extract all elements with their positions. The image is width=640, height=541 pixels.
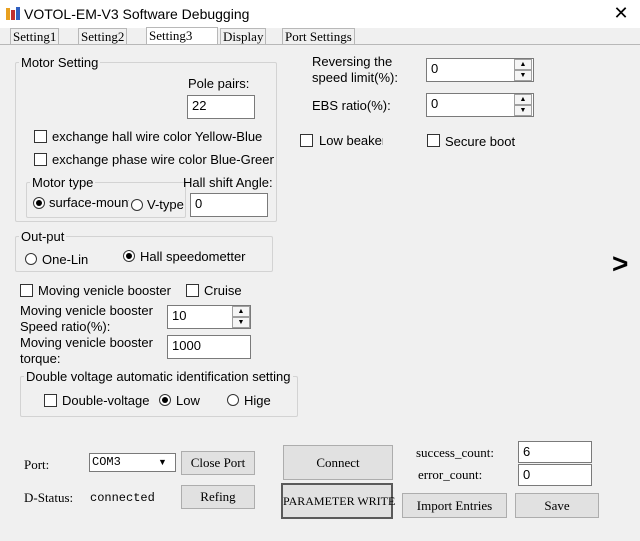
d-status-label: D-Status: [24, 490, 74, 505]
hall-speedometer-label: Hall speedometter [140, 249, 246, 264]
reversing-label-1: Reversing the [312, 54, 393, 69]
hige-label: Hige [244, 393, 271, 408]
connect-button[interactable]: Connect [283, 445, 393, 480]
one-lin-label: One-Lin [42, 252, 89, 267]
window-title: VOTOL-EM-V3 Software Debugging [24, 6, 250, 22]
v-type-radio[interactable] [131, 199, 143, 211]
reversing-spin-down-icon[interactable]: ▼ [514, 70, 532, 81]
ebs-spin-down-icon[interactable]: ▼ [514, 105, 532, 116]
hall-speedometer-radio[interactable] [123, 250, 135, 262]
torque-label-1: Moving venicle booster [20, 335, 153, 350]
low-radio[interactable] [159, 394, 171, 406]
pole-pairs-input[interactable]: 22 [187, 95, 255, 119]
error-count-input[interactable]: 0 [518, 464, 592, 486]
torque-label-2: torque: [20, 351, 61, 366]
exchange-phase-checkbox[interactable] [34, 153, 47, 166]
output-legend: Out-put [19, 229, 67, 244]
close-icon[interactable]: ✕ [604, 1, 638, 25]
moving-booster-label: Moving venicle booster [38, 283, 171, 298]
refing-button[interactable]: Refing [181, 485, 255, 509]
cruise-checkbox[interactable] [186, 284, 199, 297]
double-voltage-legend: Double voltage automatic identification … [24, 369, 293, 384]
success-count-input[interactable]: 6 [518, 441, 592, 463]
hall-shift-label: Hall shift Angle: [183, 175, 273, 190]
exchange-phase-label: exchange phase wire color Blue-Green [52, 152, 274, 167]
low-beaker-checkbox[interactable] [300, 134, 313, 147]
exchange-hall-label: exchange hall wire color Yellow-Blue [52, 129, 263, 144]
hall-shift-input[interactable]: 0 [190, 193, 268, 217]
speed-ratio-spin-down-icon[interactable]: ▼ [232, 317, 250, 328]
motor-type-legend: Motor type [30, 175, 96, 190]
double-voltage-checkbox[interactable] [44, 394, 57, 407]
tab-setting2[interactable]: Setting2 [78, 28, 128, 45]
surface-mount-radio[interactable] [33, 197, 45, 209]
app-icon [6, 7, 20, 20]
secure-boot-label: Secure boot [445, 134, 516, 149]
double-voltage-label: Double-voltage [62, 393, 150, 408]
exchange-hall-checkbox[interactable] [34, 130, 47, 143]
next-arrow-icon[interactable]: > [612, 248, 628, 280]
close-port-button[interactable]: Close Port [181, 451, 255, 475]
low-label: Low [176, 393, 200, 408]
tab-divider [0, 44, 640, 45]
dropdown-arrow-icon[interactable]: ▼ [158, 457, 167, 467]
pole-pairs-label: Pole pairs: [188, 76, 250, 91]
v-type-label: V-type [147, 197, 184, 212]
tab-port-settings[interactable]: Port Settings [282, 28, 355, 45]
ebs-label: EBS ratio(%): [312, 98, 391, 113]
cruise-label: Cruise [204, 283, 242, 298]
reversing-label-2: speed limit(%): [312, 70, 398, 85]
torque-input[interactable]: 1000 [167, 335, 251, 359]
error-count-label: error_count: [418, 467, 483, 482]
tab-display[interactable]: Display [220, 28, 267, 45]
d-status-value: connected [90, 491, 155, 505]
speed-ratio-label-2: Speed ratio(%): [20, 319, 111, 334]
hige-radio[interactable] [227, 394, 239, 406]
success-count-label: success_count: [416, 445, 494, 460]
import-entries-button[interactable]: Import Entries [402, 493, 507, 518]
parameter-write-button[interactable]: PARAMETER WRITE [281, 483, 395, 519]
one-lin-radio[interactable] [25, 253, 37, 265]
secure-boot-checkbox[interactable] [427, 134, 440, 147]
save-button[interactable]: Save [515, 493, 599, 518]
tab-setting1[interactable]: Setting1 [10, 28, 60, 45]
low-beaker-label: Low beaker [319, 133, 383, 148]
motor-setting-legend: Motor Setting [19, 55, 101, 70]
speed-ratio-label-1: Moving venicle booster [20, 303, 153, 318]
speed-ratio-spin-up-icon[interactable]: ▲ [232, 306, 250, 317]
tab-setting3[interactable]: Setting3 [146, 27, 218, 45]
port-label: Port: [24, 457, 50, 472]
surface-mount-label: surface-mount [49, 195, 129, 210]
moving-booster-checkbox[interactable] [20, 284, 33, 297]
reversing-spin-up-icon[interactable]: ▲ [514, 59, 532, 70]
ebs-spin-up-icon[interactable]: ▲ [514, 94, 532, 105]
